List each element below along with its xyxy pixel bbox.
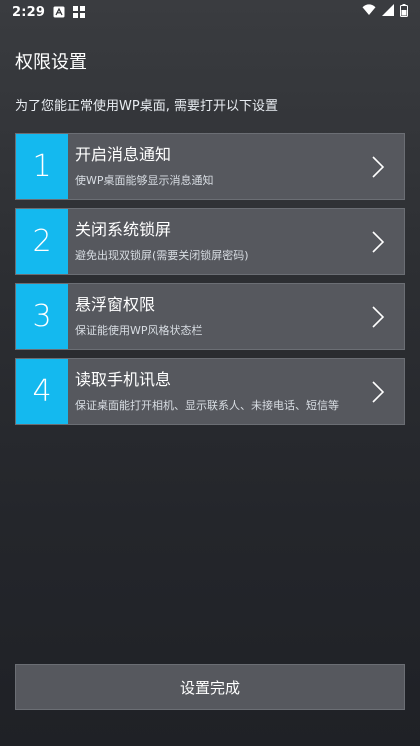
permission-text: 开启消息通知 使WP桌面能够显示消息通知 (68, 134, 404, 199)
permission-title: 读取手机讯息 (75, 369, 172, 389)
permission-number: 2 (16, 209, 68, 274)
permission-item-phone-info[interactable]: 4 读取手机讯息 保证桌面能打开相机、显示联系人、未接电话、短信等 (15, 358, 405, 425)
permission-title: 关闭系统锁屏 (75, 219, 172, 239)
signal-icon (382, 4, 394, 20)
permission-description: 使WP桌面能够显示消息通知 (75, 173, 214, 187)
done-button[interactable]: 设置完成 (15, 664, 405, 710)
grid-icon (73, 6, 86, 18)
status-time: 2:29 (12, 4, 46, 20)
chevron-right-icon (372, 305, 385, 328)
permission-description: 避免出现双锁屏(需要关闭锁屏密码) (75, 248, 249, 262)
status-left: 2:29 (12, 4, 86, 20)
chevron-right-icon (372, 230, 385, 253)
page-subtitle: 为了您能正常使用WP桌面, 需要打开以下设置 (15, 99, 278, 114)
permission-item-lockscreen[interactable]: 2 关闭系统锁屏 避免出现双锁屏(需要关闭锁屏密码) (15, 208, 405, 275)
permission-item-overlay[interactable]: 3 悬浮窗权限 保证能使用WP风格状态栏 (15, 283, 405, 350)
permission-item-notifications[interactable]: 1 开启消息通知 使WP桌面能够显示消息通知 (15, 133, 405, 200)
permission-description: 保证桌面能打开相机、显示联系人、未接电话、短信等 (75, 398, 339, 412)
wifi-icon (362, 4, 376, 20)
permission-list: 1 开启消息通知 使WP桌面能够显示消息通知 2 关闭系统锁屏 避免出现双锁屏(… (15, 133, 405, 433)
permission-number: 3 (16, 284, 68, 349)
chevron-right-icon (372, 380, 385, 403)
a-icon (53, 6, 65, 18)
chevron-right-icon (372, 155, 385, 178)
permission-title: 开启消息通知 (75, 144, 172, 164)
status-right (362, 3, 408, 21)
status-bar: 2:29 (0, 0, 420, 24)
permission-number: 4 (16, 359, 68, 424)
permission-number: 1 (16, 134, 68, 199)
permission-text: 关闭系统锁屏 避免出现双锁屏(需要关闭锁屏密码) (68, 209, 404, 274)
permission-description: 保证能使用WP风格状态栏 (75, 323, 203, 337)
permission-text: 读取手机讯息 保证桌面能打开相机、显示联系人、未接电话、短信等 (68, 359, 404, 424)
battery-icon (400, 3, 408, 21)
permission-text: 悬浮窗权限 保证能使用WP风格状态栏 (68, 284, 404, 349)
permission-title: 悬浮窗权限 (75, 294, 156, 314)
page-title: 权限设置 (15, 52, 87, 73)
